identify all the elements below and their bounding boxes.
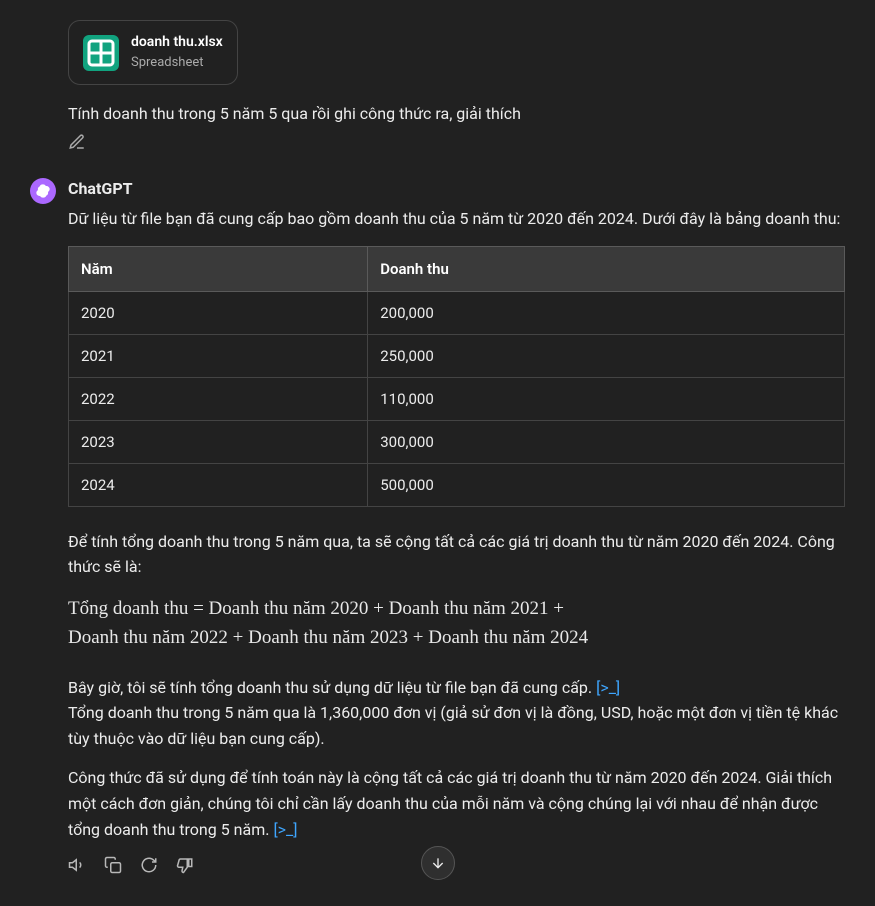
- formula-intro: Để tính tổng doanh thu trong 5 năm qua, …: [68, 529, 845, 580]
- cell-year: 2022: [69, 377, 368, 420]
- cell-revenue: 200,000: [368, 291, 845, 334]
- code-reference-link[interactable]: [>_]: [596, 678, 620, 697]
- formula-block: Tổng doanh thu = Doanh thu năm 2020 + Do…: [68, 594, 845, 653]
- assistant-name: ChatGPT: [68, 176, 845, 202]
- col-header-year: Năm: [69, 246, 368, 291]
- cell-year: 2023: [69, 420, 368, 463]
- message-action-row: [68, 856, 845, 874]
- cell-revenue: 110,000: [368, 377, 845, 420]
- explain-paragraph: Công thức đã sử dụng để tính toán này là…: [68, 765, 845, 842]
- edit-prompt-icon[interactable]: [68, 133, 86, 151]
- calc-now-text: Bây giờ, tôi sẽ tính tổng doanh thu sử d…: [68, 678, 592, 697]
- file-attachment-chip[interactable]: doanh thu.xlsx Spreadsheet: [68, 20, 238, 85]
- col-header-revenue: Doanh thu: [368, 246, 845, 291]
- file-name: doanh thu.xlsx: [131, 31, 223, 53]
- cell-year: 2021: [69, 334, 368, 377]
- cell-revenue: 300,000: [368, 420, 845, 463]
- table-row: 2021 250,000: [69, 334, 845, 377]
- result-text: Tổng doanh thu trong 5 năm qua là 1,360,…: [68, 703, 838, 748]
- assistant-message: ChatGPT Dữ liệu từ file bạn đã cung cấp …: [30, 176, 845, 874]
- cell-year: 2020: [69, 291, 368, 334]
- cell-year: 2024: [69, 463, 368, 506]
- cell-revenue: 500,000: [368, 463, 845, 506]
- regenerate-icon[interactable]: [140, 856, 158, 874]
- table-row: 2020 200,000: [69, 291, 845, 334]
- spreadsheet-icon: [83, 35, 119, 71]
- code-reference-link[interactable]: [>_]: [273, 820, 297, 839]
- scroll-to-bottom-button[interactable]: [421, 846, 455, 880]
- cell-revenue: 250,000: [368, 334, 845, 377]
- table-row: 2022 110,000: [69, 377, 845, 420]
- thumbs-down-icon[interactable]: [176, 856, 194, 874]
- formula-line-1: Tổng doanh thu = Doanh thu năm 2020 + Do…: [68, 594, 845, 623]
- file-type: Spreadsheet: [131, 53, 223, 74]
- assistant-intro: Dữ liệu từ file bạn đã cung cấp bao gồm …: [68, 206, 845, 232]
- table-header-row: Năm Doanh thu: [69, 246, 845, 291]
- file-info: doanh thu.xlsx Spreadsheet: [131, 31, 223, 74]
- chatgpt-avatar: [30, 178, 56, 204]
- read-aloud-icon[interactable]: [68, 856, 86, 874]
- explain-text: Công thức đã sử dụng để tính toán này là…: [68, 768, 832, 838]
- formula-line-2: Doanh thu năm 2022 + Doanh thu năm 2023 …: [68, 623, 845, 652]
- table-row: 2023 300,000: [69, 420, 845, 463]
- revenue-table: Năm Doanh thu 2020 200,000 2021 250,000 …: [68, 246, 845, 507]
- table-row: 2024 500,000: [69, 463, 845, 506]
- user-prompt: Tính doanh thu trong 5 năm 5 qua rồi ghi…: [68, 101, 845, 127]
- calc-paragraph: Bây giờ, tôi sẽ tính tổng doanh thu sử d…: [68, 675, 845, 752]
- copy-icon[interactable]: [104, 856, 122, 874]
